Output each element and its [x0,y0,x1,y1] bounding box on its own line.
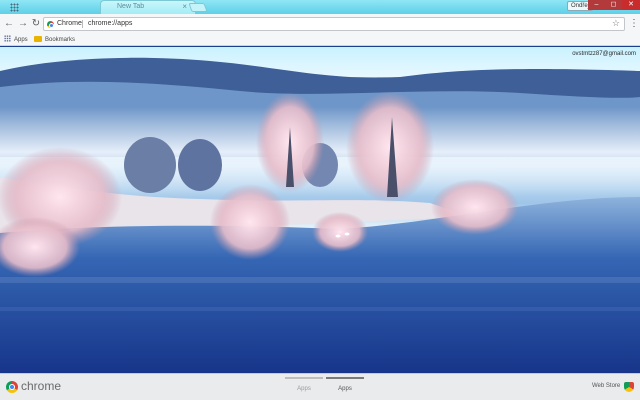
web-store-link[interactable]: Web Store [592,383,620,389]
back-button[interactable]: ← [3,17,15,31]
apps-grid-icon[interactable] [10,3,19,12]
account-email[interactable]: ovstmtzz87@gmail.com [572,51,636,57]
app-launcher-bar: chrome Apps Apps Web Store [0,373,640,400]
toolbar: ← → ↻ Chrome chrome://apps ☆ ⋮ [0,14,640,34]
forward-button[interactable]: → [17,17,29,31]
page-switcher-2[interactable]: Apps [326,377,364,397]
page-indicator-bar [326,377,364,379]
page-switcher-label: Apps [338,386,352,392]
page-indicator-bar [285,377,323,379]
close-window-button[interactable]: ✕ [622,0,640,10]
chip-divider [82,20,83,28]
theme-background-image [0,47,640,373]
tab-close-icon[interactable]: × [182,2,187,11]
page-chip-label: Chrome [57,20,82,27]
page-switcher-label: Apps [297,386,311,392]
bookmark-folder-label: Bookmarks [45,37,76,43]
chrome-page-icon [47,21,54,28]
new-tab-button[interactable] [188,3,208,12]
bookmark-star-icon[interactable]: ☆ [612,18,620,29]
new-tab-page: ovstmtzz87@gmail.com [0,47,640,373]
address-bar[interactable]: Chrome chrome://apps ☆ [43,17,625,31]
bookmarks-bar: Apps Bookmarks [0,34,640,46]
apps-icon [4,35,11,42]
reload-button[interactable]: ↻ [30,17,42,31]
bookmark-apps-label: Apps [14,37,28,43]
bookmark-folder[interactable]: Bookmarks [34,35,75,45]
tab-title: New Tab [117,3,145,10]
folder-icon [34,36,42,42]
url-text[interactable]: chrome://apps [88,20,132,27]
maximize-button[interactable]: ◻ [605,0,622,10]
menu-icon[interactable]: ⋮ [629,18,639,30]
chrome-logo-text: chrome [21,379,62,393]
tab-strip: New Tab × Ondřej – ◻ ✕ [0,0,640,14]
page-switcher-1[interactable]: Apps [285,377,323,397]
chrome-logo-icon [6,381,18,393]
minimize-button[interactable]: – [588,0,605,10]
bookmark-apps[interactable]: Apps [4,35,28,45]
tab-new-tab[interactable]: New Tab × [100,0,196,14]
webstore-icon[interactable] [624,382,634,392]
